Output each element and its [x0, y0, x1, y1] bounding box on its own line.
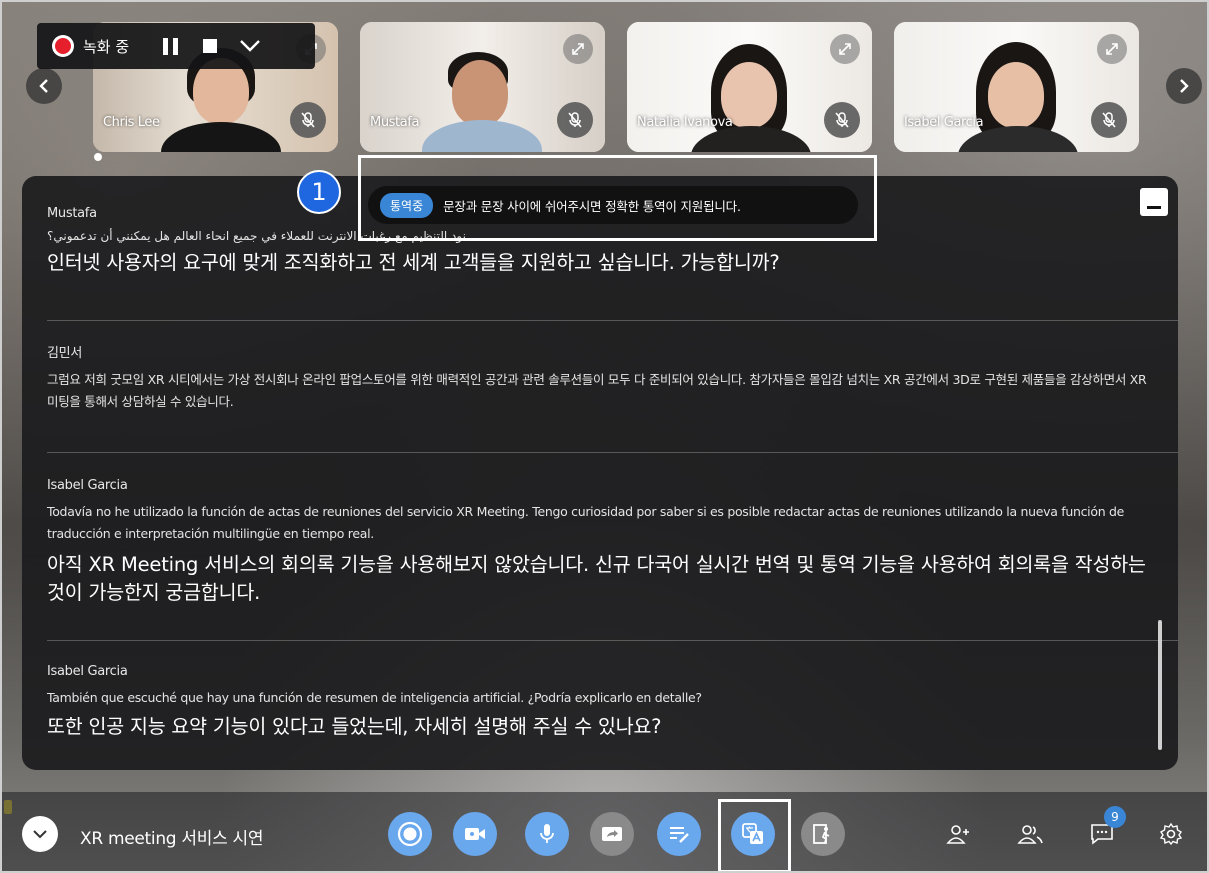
pause-button[interactable] — [159, 35, 181, 57]
interpreting-badge: 통역중 — [380, 192, 434, 218]
speaker-name: 김민서 — [47, 346, 82, 361]
exit-icon — [813, 824, 830, 844]
scrollbar[interactable] — [1158, 620, 1162, 750]
participant-name: Isabel Garcia — [904, 115, 984, 130]
memo-button[interactable] — [657, 812, 701, 856]
chevron-down-icon — [240, 40, 261, 52]
stop-icon — [203, 39, 218, 53]
translated-text: 인터넷 사용자의 요구에 맞게 조직화하고 전 세계 고객들을 지원하고 싶습니… — [47, 251, 780, 274]
invite-icon — [946, 825, 969, 844]
chevron-left-icon — [39, 79, 48, 93]
record-icon — [397, 821, 423, 847]
settings-icon — [1159, 822, 1183, 846]
speaker-name: Isabel Garcia — [47, 664, 128, 679]
next-participants-button[interactable] — [1166, 68, 1202, 104]
transcript-entry: 김민서 그럼요 저희 굿모임 XR 시티에서는 가상 전시회나 온라인 팝업스토… — [47, 342, 1148, 413]
stop-button[interactable] — [199, 35, 221, 57]
recording-label: 녹화 중 — [83, 37, 130, 56]
callout-marker: 1 — [297, 170, 341, 214]
mic-off-icon — [290, 102, 326, 138]
chevron-down-icon — [33, 830, 47, 839]
chat-unread-badge: 9 — [1104, 806, 1126, 828]
divider — [47, 640, 1178, 641]
participant-name: Mustafa — [370, 115, 420, 130]
mic-off-icon — [1091, 102, 1127, 138]
camera-icon — [465, 828, 485, 840]
participant-tile[interactable]: Isabel Garcia — [894, 22, 1139, 152]
participant-tile[interactable]: Natalia Ivanova — [627, 22, 872, 152]
translated-text: 아직 XR Meeting 서비스의 회의록 기능을 사용해보지 않았습니다. … — [47, 553, 1146, 604]
pause-icon — [162, 37, 178, 55]
bottom-toolbar: XR meeting 서비스 시연 9 — [0, 792, 1209, 873]
recording-menu-button[interactable] — [239, 35, 261, 57]
record-icon — [52, 35, 74, 57]
participant-tile[interactable]: Mustafa — [360, 22, 605, 152]
participant-name: Chris Lee — [103, 115, 160, 130]
original-text: También que escuché que hay una función … — [47, 690, 702, 705]
exit-button[interactable] — [801, 812, 845, 856]
expand-icon[interactable] — [1097, 34, 1127, 64]
recording-bar: 녹화 중 — [37, 23, 315, 69]
collapse-button[interactable] — [22, 816, 58, 852]
translated-text: 또한 인공 지능 요약 기능이 있다고 들었는데, 자세히 설명해 주실 수 있… — [47, 715, 662, 738]
mic-icon — [540, 824, 554, 843]
mic-off-icon — [824, 102, 860, 138]
prev-participants-button[interactable] — [26, 68, 62, 104]
mic-button[interactable] — [525, 812, 569, 856]
participants-button[interactable] — [1016, 820, 1044, 848]
divider — [47, 452, 1178, 453]
original-text: Todavía no he utilizado la función de ac… — [47, 504, 1125, 541]
screen-share-icon — [602, 827, 622, 841]
meeting-title: XR meeting 서비스 시연 — [80, 829, 264, 849]
expand-icon[interactable] — [830, 34, 860, 64]
participant-name: Natalia Ivanova — [637, 115, 733, 130]
camera-button[interactable] — [453, 812, 497, 856]
settings-button[interactable] — [1157, 820, 1185, 848]
transcript-entry: Isabel Garcia También que escuché que ha… — [47, 664, 1148, 741]
expand-icon[interactable] — [563, 34, 593, 64]
participants-icon — [1017, 825, 1043, 844]
transcript-panel: Mustafa نود التنظيم مع رغبات الانترنت لل… — [22, 176, 1178, 770]
translate-highlight-box — [718, 799, 791, 873]
interpretation-notice: 통역중 문장과 문장 사이에 쉬어주시면 정확한 통역이 지원됩니다. — [368, 186, 858, 224]
mic-off-icon — [557, 102, 593, 138]
screen-share-button[interactable] — [590, 812, 634, 856]
memo-icon — [670, 827, 689, 843]
invite-button[interactable] — [945, 820, 973, 848]
chat-button[interactable]: 9 — [1088, 806, 1126, 848]
notice-text: 문장과 문장 사이에 쉬어주시면 정확한 통역이 지원됩니다. — [443, 198, 741, 214]
original-text: 그럼요 저희 굿모임 XR 시티에서는 가상 전시회나 온라인 팝업스토어를 위… — [47, 372, 1147, 409]
speaker-name: Isabel Garcia — [47, 478, 128, 493]
page-indicator — [94, 153, 102, 161]
divider — [47, 320, 1178, 321]
chevron-right-icon — [1180, 79, 1189, 93]
transcript-entry: Isabel Garcia Todavía no he utilizado la… — [47, 478, 1148, 607]
record-button[interactable] — [388, 812, 432, 856]
